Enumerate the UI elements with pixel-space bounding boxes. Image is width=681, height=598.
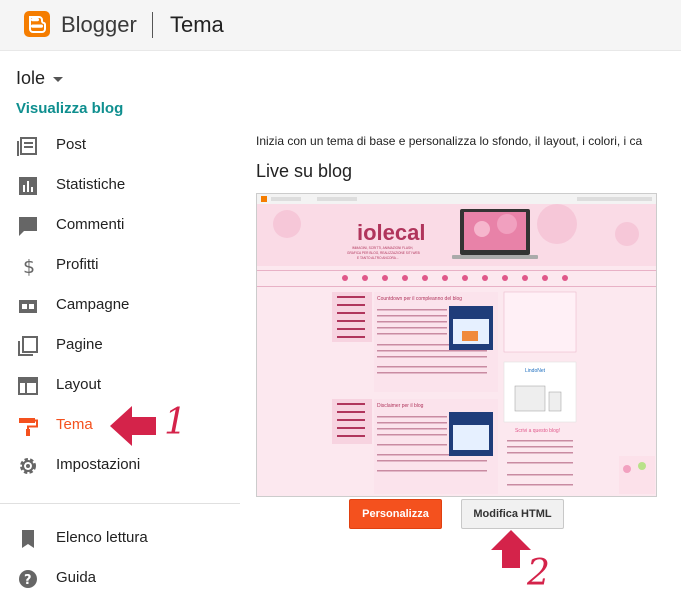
sidebar-item-label: Post — [56, 136, 87, 153]
comments-icon — [19, 217, 37, 236]
brand-name[interactable]: Blogger — [61, 12, 137, 38]
svg-text:IMMAGINI, SCRITTI, ANIMAZIONI: IMMAGINI, SCRITTI, ANIMAZIONI FLASH, — [352, 246, 413, 250]
stats-icon — [19, 177, 37, 195]
top-bar: Blogger Tema — [0, 0, 681, 51]
sidebar-item-campagne[interactable]: Campagne — [0, 285, 240, 325]
blogger-logo-icon[interactable] — [24, 11, 50, 37]
sidebar-item-label: Impostazioni — [56, 456, 141, 473]
sidebar-item-label: Layout — [56, 376, 102, 393]
sidebar-item-elenco-lettura[interactable]: Elenco lettura — [0, 518, 240, 558]
live-section-title: Live su blog — [256, 161, 353, 181]
theme-preview-image: iolecal IMMAGINI, SCRITTI, ANIMAZIONI FL… — [257, 194, 656, 494]
sidebar-item-label: Tema — [56, 416, 93, 433]
sidebar-item-commenti[interactable]: Commenti — [0, 205, 240, 245]
blog-selector[interactable]: Iole — [16, 68, 64, 89]
sidebar-item-pagine[interactable]: Pagine — [0, 325, 240, 365]
svg-text:$: $ — [23, 256, 35, 277]
svg-text:Scrivi a questo blog!: Scrivi a questo blog! — [515, 428, 560, 434]
page-title: Tema — [170, 12, 224, 37]
theme-preview[interactable]: iolecal IMMAGINI, SCRITTI, ANIMAZIONI FL… — [256, 193, 657, 497]
sidebar-item-label: Pagine — [56, 336, 103, 353]
svg-text:LindoNet: LindoNet — [525, 368, 546, 374]
chevron-down-icon — [53, 76, 64, 82]
sidebar-item-layout[interactable]: Layout — [0, 365, 240, 405]
annotation-step-1: 1 — [164, 402, 187, 443]
post-icon — [17, 137, 37, 156]
sidebar-item-post[interactable]: Post — [0, 125, 240, 165]
svg-text:E TANTO ALTRO ANCORA...: E TANTO ALTRO ANCORA... — [357, 256, 399, 260]
sidebar-item-label: Campagne — [56, 296, 130, 313]
blog-name: Iole — [16, 68, 46, 88]
pages-icon — [18, 336, 38, 356]
customize-button[interactable]: Personalizza — [349, 499, 442, 529]
sidebar-item-label: Statistiche — [56, 176, 126, 193]
preview-blog-title: iolecal — [357, 220, 425, 245]
svg-text:GRAFICA PER BLOG, REALIZZAZION: GRAFICA PER BLOG, REALIZZAZIONE SITI WEB — [347, 251, 420, 255]
header-divider — [152, 12, 153, 38]
theme-roller-icon — [19, 418, 38, 436]
sidebar-item-label: Elenco lettura — [56, 529, 148, 546]
gear-icon — [20, 458, 36, 474]
sidebar-item-statistiche[interactable]: Statistiche — [0, 165, 240, 205]
layout-icon — [18, 377, 38, 395]
svg-text:?: ? — [24, 573, 32, 588]
sidebar-item-label: Commenti — [56, 216, 125, 233]
sidebar-item-guida[interactable]: ? Guida — [0, 558, 240, 598]
annotation-arrow-left-icon — [110, 406, 156, 446]
sidebar-item-profitti[interactable]: $ Profitti — [0, 245, 240, 285]
svg-text:Disclaimer per il blog: Disclaimer per il blog — [377, 403, 424, 409]
sidebar-divider — [0, 503, 240, 504]
intro-text: Inizia con un tema di base e personalizz… — [256, 134, 643, 148]
sidebar-item-label: Profitti — [56, 256, 99, 273]
edit-html-button[interactable]: Modifica HTML — [461, 499, 564, 529]
sidebar-secondary-nav: Elenco lettura ? Guida — [0, 518, 240, 598]
sidebar-item-label: Guida — [56, 569, 97, 586]
bookmark-icon — [22, 530, 34, 548]
campaign-icon — [19, 300, 37, 313]
help-icon: ? — [19, 570, 37, 588]
annotation-step-2: 2 — [527, 553, 550, 594]
dollar-icon: $ — [23, 256, 35, 277]
sidebar-item-impostazioni[interactable]: Impostazioni — [0, 445, 240, 485]
view-blog-link[interactable]: Visualizza blog — [16, 100, 123, 117]
svg-text:Countdown per il compleanno de: Countdown per il compleanno del blog — [377, 296, 462, 302]
